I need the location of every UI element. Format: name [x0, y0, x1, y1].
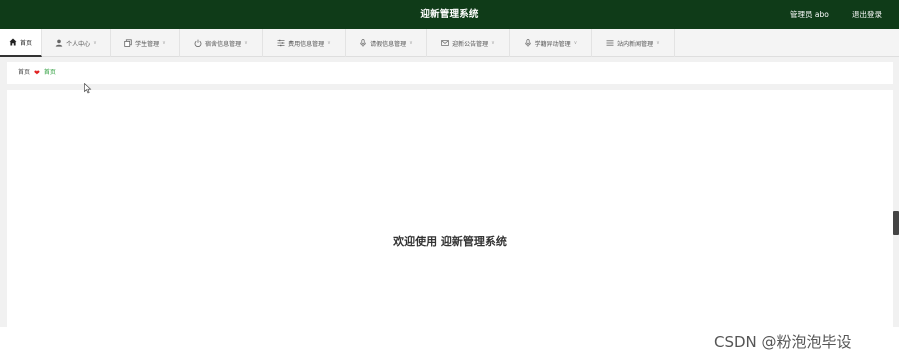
- nav-item-label: 站内新闻管理: [617, 40, 654, 48]
- welcome-message: 欢迎使用 迎新管理系统: [393, 235, 507, 248]
- nav-item-label: 首页: [19, 39, 32, 47]
- chevron-down-icon: ∨: [409, 40, 413, 46]
- nav-item-label: 宿舍信息管理: [205, 40, 242, 48]
- chevron-down-icon: ∨: [327, 40, 331, 46]
- mouse-cursor-icon: [84, 83, 92, 94]
- breadcrumb-root-link[interactable]: 首页: [18, 62, 30, 84]
- nav-item-fee-management[interactable]: 费用信息管理 ∨: [263, 29, 346, 57]
- nav-item-dorm-management[interactable]: 宿舍信息管理 ∨: [180, 29, 263, 57]
- nav-item-label: 学生管理: [135, 40, 160, 48]
- nav-item-label: 迎新公告管理: [452, 40, 489, 48]
- top-header: 迎新管理系统 管理员 abo 退出登录: [0, 0, 899, 29]
- breadcrumb: 首页 ❤ 首页: [7, 62, 893, 84]
- chevron-down-icon: ∨: [244, 40, 248, 46]
- nav-item-announcement-management[interactable]: 迎新公告管理 ∨: [427, 29, 510, 57]
- nav-item-label: 请假信息管理: [370, 40, 407, 48]
- admin-user-label[interactable]: 管理员 abo: [790, 0, 829, 29]
- chevron-down-icon: ∨: [162, 40, 166, 46]
- home-icon: [9, 38, 17, 46]
- sliders-icon: [277, 39, 285, 47]
- main-nav: 首页 个人中心 ∨ 学生管理 ∨ 宿舍信息管理 ∨ 费用信息管理 ∨ 请假信息管…: [0, 29, 899, 57]
- list-icon: [606, 39, 614, 47]
- chevron-down-icon: ∨: [656, 40, 660, 46]
- main-panel: 欢迎使用 迎新管理系统: [7, 90, 893, 327]
- power-icon: [194, 39, 202, 47]
- nav-item-label: 费用信息管理: [288, 40, 325, 48]
- nav-item-home[interactable]: 首页: [0, 29, 42, 57]
- nav-item-personal-center[interactable]: 个人中心 ∨: [42, 29, 111, 57]
- microphone-icon: [524, 39, 532, 47]
- watermark-text: CSDN @粉泡泡毕设: [714, 333, 852, 351]
- nav-item-label: 个人中心: [66, 40, 91, 48]
- nav-item-news-management[interactable]: 站内新闻管理 ∨: [592, 29, 675, 57]
- mail-icon: [441, 39, 450, 47]
- nav-item-enrollment-change-management[interactable]: 学籍异动管理 ∨: [510, 29, 592, 57]
- heart-icon: ❤: [34, 69, 40, 77]
- chevron-down-icon: ∨: [573, 40, 578, 46]
- nav-item-label: 学籍异动管理: [534, 40, 571, 48]
- copy-icon: [124, 39, 132, 47]
- breadcrumb-trail: 首页 ❤ 首页: [18, 62, 56, 84]
- nav-item-student-management[interactable]: 学生管理 ∨: [111, 29, 180, 57]
- breadcrumb-current: 首页: [43, 69, 56, 76]
- user-icon: [55, 39, 63, 47]
- scrollbar-thumb[interactable]: [893, 211, 899, 235]
- microphone-icon: [359, 39, 367, 47]
- app-title: 迎新管理系统: [420, 9, 479, 20]
- nav-item-leave-management[interactable]: 请假信息管理 ∨: [346, 29, 427, 57]
- chevron-down-icon: ∨: [491, 40, 495, 46]
- chevron-down-icon: ∨: [93, 40, 97, 46]
- logout-link[interactable]: 退出登录: [852, 0, 882, 29]
